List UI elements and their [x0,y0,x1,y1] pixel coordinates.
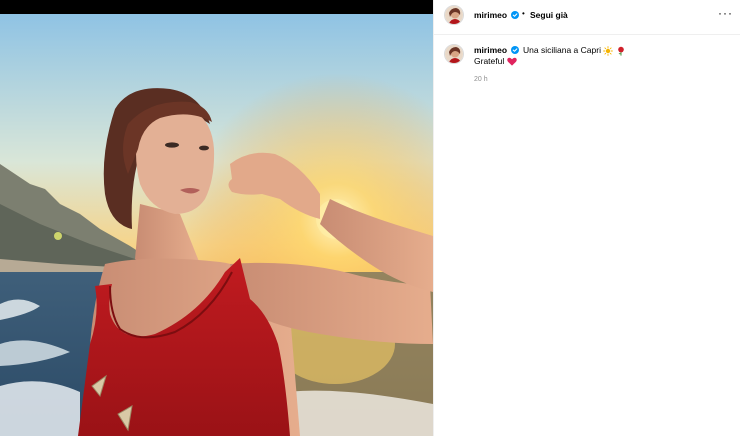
username[interactable]: mirimeo [474,10,507,20]
caption-username[interactable]: mirimeo [474,45,507,55]
post-side-panel: mirimeo • Segui già ··· mirimeo Una sici… [433,0,740,436]
avatar-image [445,45,463,63]
post-photo[interactable] [0,14,433,436]
avatar[interactable] [444,44,464,64]
verified-badge-icon [511,46,519,54]
top-black-bar [0,0,433,14]
more-options-icon[interactable]: ··· [718,6,733,20]
caption-line-1: Una siciliana a Capri [523,45,626,56]
following-button[interactable]: Segui già [530,10,568,20]
sun-icon [603,45,614,56]
post-header: mirimeo • Segui già ··· [434,0,740,35]
rose-icon [617,46,624,56]
avatar-image [445,6,463,24]
caption-line-2: Grateful [474,56,517,66]
separator-dot: • [522,9,525,18]
caption-text: Una siciliana a Capri [523,45,601,55]
avatar[interactable] [444,5,464,25]
verified-badge-icon [511,11,519,19]
photo-illustration [0,14,433,436]
post-timestamp[interactable]: 20 h [474,76,488,83]
caption-line-2-text: Grateful [474,56,505,66]
red-heart-icon [506,57,517,66]
